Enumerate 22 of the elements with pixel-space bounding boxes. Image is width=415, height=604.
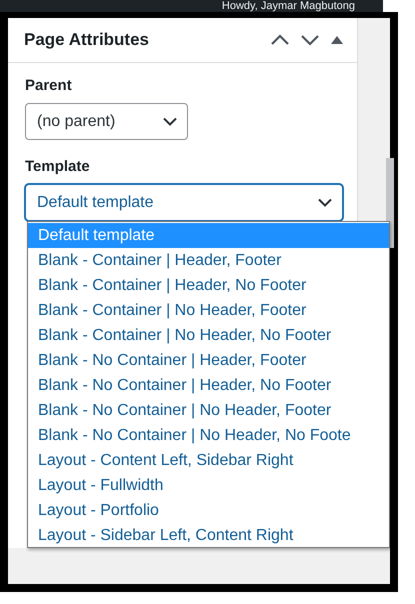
dropdown-option[interactable]: Layout - Sidebar Left, Content Right [28, 523, 389, 547]
move-up-button[interactable] [271, 34, 289, 46]
chevron-down-icon [163, 117, 177, 126]
select-field[interactable]: (no parent) [25, 103, 188, 140]
field-label: Template [25, 158, 91, 175]
move-down-button[interactable] [301, 34, 319, 46]
collapse-toggle-icon[interactable] [331, 36, 343, 44]
dropdown-option[interactable]: Blank - Container | No Header, No Footer [28, 323, 389, 348]
dropdown-option[interactable]: Layout - Fullwidth [28, 473, 389, 498]
dropdown-option[interactable]: Blank - No Container | No Header, Footer [28, 398, 389, 423]
dropdown-option[interactable]: Blank - No Container | Header, No Footer [28, 373, 389, 398]
dropdown-option[interactable]: Blank - Container | Header, Footer [28, 248, 389, 273]
dropdown-option[interactable]: Blank - No Container | No Header, No Foote [28, 423, 389, 448]
select-field[interactable]: Default template [25, 184, 343, 221]
panel-title: Page Attributes [24, 30, 150, 50]
dropdown-option[interactable]: Blank - Container | No Header, Footer [28, 298, 389, 323]
field-label: Parent [25, 77, 73, 94]
chevron-down-icon [318, 198, 332, 207]
dropdown-option[interactable]: Layout - Content Left, Sidebar Right [28, 448, 389, 473]
dropdown-option[interactable]: Blank - Container | Header, No Footer [28, 273, 389, 298]
dropdown-option[interactable]: Blank - No Container | Header, Footer [28, 348, 389, 373]
dropdown-option[interactable]: Layout - Portfolio [28, 498, 389, 523]
